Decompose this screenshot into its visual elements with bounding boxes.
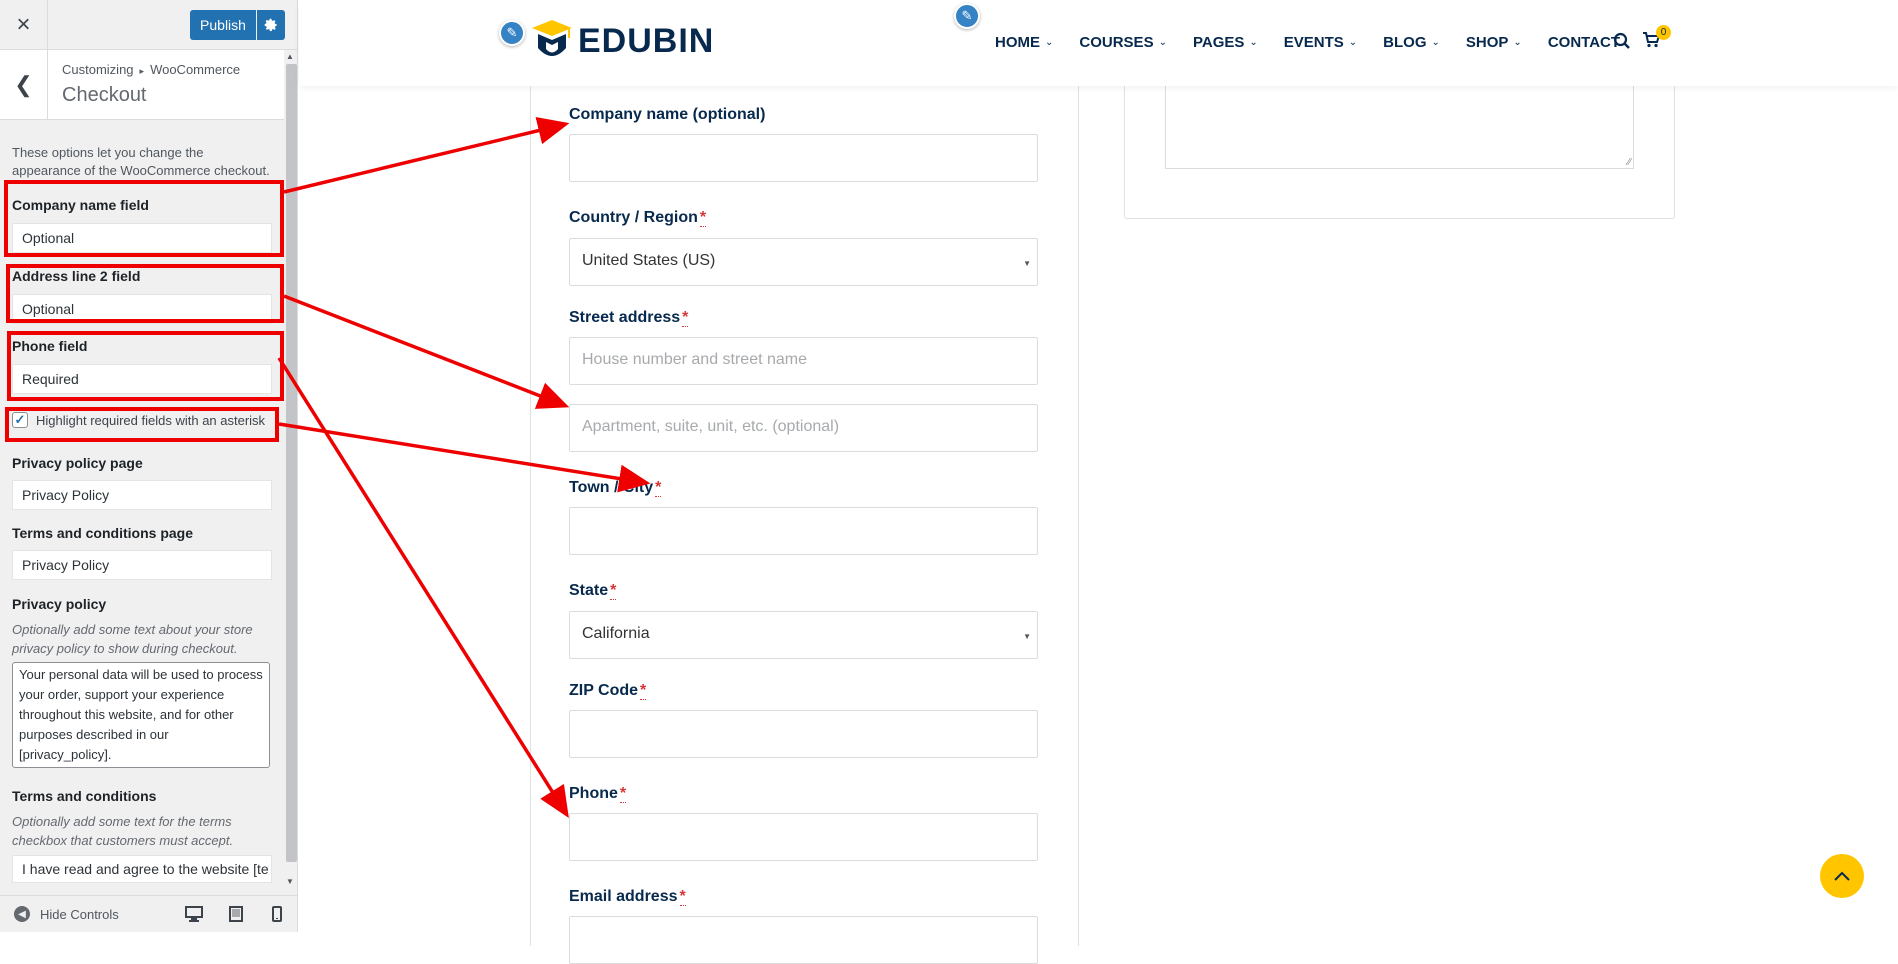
scrollbar-thumb[interactable] (286, 64, 297, 862)
annotation-box-asterisk (5, 407, 279, 442)
section-description: These options let you change the appeara… (12, 145, 270, 178)
street-address-2-input[interactable]: Apartment, suite, unit, etc. (optional) (569, 404, 1038, 452)
nav-blog[interactable]: BLOG ⌄ (1383, 34, 1440, 51)
tablet-preview-icon[interactable] (227, 906, 245, 922)
search-icon[interactable] (1613, 32, 1631, 50)
terms-description: Optionally add some text for the terms c… (12, 814, 234, 848)
section-header: ❮ Customizing ▸ WooCommerce Checkout (0, 50, 284, 120)
privacy-policy-description: Optionally add some text about your stor… (12, 622, 253, 656)
nav-events[interactable]: EVENTS ⌄ (1284, 34, 1357, 51)
graduation-cap-logo-icon (532, 20, 572, 56)
terms-input[interactable]: I have read and agree to the website [te (12, 855, 272, 883)
section-title: Checkout (62, 84, 147, 106)
state-label: State * (569, 582, 617, 600)
company-input[interactable] (569, 134, 1038, 182)
cart-count-badge: 0 (1656, 25, 1671, 40)
phone-label: Phone * (569, 785, 627, 803)
privacy-policy-textarea[interactable]: Your personal data will be used to proce… (12, 662, 270, 768)
main-nav: HOME ⌄ COURSES ⌄ PAGES ⌄ EVENTS ⌄ BLOG ⌄ SHOP… (995, 34, 1646, 51)
chevron-up-icon (1834, 871, 1850, 881)
chevron-down-icon: ⌄ (1513, 37, 1522, 48)
back-button[interactable]: ❮ (0, 50, 48, 120)
collapse-icon: ◀ (14, 906, 30, 922)
street-address-1-input[interactable]: House number and street name (569, 337, 1038, 385)
order-notes-textarea[interactable]: ∕∕ (1165, 81, 1634, 169)
privacy-policy-label: Privacy policy (12, 596, 107, 612)
site-header: ✎ EDUBIN ✎ HOME ⌄ COURSES ⌄ PAGES ⌄ EVENTS ⌄… (299, 0, 1898, 86)
edit-logo-pencil-icon[interactable]: ✎ (499, 20, 525, 46)
nav-shop[interactable]: SHOP ⌄ (1466, 34, 1522, 51)
customizer-footer: ◀ Hide Controls (0, 895, 297, 932)
chevron-down-icon: ⌄ (1158, 37, 1167, 48)
email-input[interactable] (569, 916, 1038, 964)
back-to-top-button[interactable] (1820, 854, 1864, 898)
zip-label: ZIP Code * (569, 682, 647, 700)
phone-input[interactable] (569, 813, 1038, 861)
chevron-left-icon: ❮ (14, 72, 33, 97)
company-label: Company name (optional) (569, 106, 766, 123)
publish-settings-gear-icon[interactable] (257, 10, 285, 40)
privacy-page-select[interactable]: Privacy Policy (12, 480, 272, 510)
city-input[interactable] (569, 507, 1038, 555)
sidebar-scrollbar[interactable]: ▲ ▼ (284, 50, 297, 890)
caret-down-icon: ▼ (1023, 259, 1031, 268)
email-label: Email address * (569, 888, 686, 906)
site-logo[interactable]: EDUBIN (530, 18, 714, 64)
customizer-header-bar: × Publish (0, 0, 297, 50)
street-label: Street address * (569, 309, 689, 327)
customizer-sidebar: × Publish ❮ Customizing ▸ WooCommerce Chec… (0, 0, 298, 932)
terms-page-select[interactable]: Privacy Policy (12, 550, 272, 580)
logo-text: EDUBIN (578, 21, 715, 60)
chevron-down-icon: ⌄ (1045, 37, 1054, 48)
state-select[interactable]: California ▼ (569, 611, 1038, 659)
publish-button[interactable]: Publish (190, 10, 256, 40)
edit-menu-pencil-icon[interactable]: ✎ (954, 3, 980, 29)
scroll-down-icon[interactable]: ▼ (286, 877, 294, 886)
hide-controls-button[interactable]: ◀ Hide Controls (14, 906, 119, 922)
breadcrumb-arrow-icon: ▸ (139, 66, 145, 76)
annotation-box-phone (7, 331, 284, 401)
terms-label: Terms and conditions (12, 788, 157, 804)
chevron-down-icon: ⌄ (1431, 37, 1440, 48)
scroll-up-icon[interactable]: ▲ (286, 52, 294, 61)
country-select[interactable]: United States (US) ▼ (569, 238, 1038, 286)
country-label: Country / Region * (569, 209, 707, 227)
site-preview: ✎ EDUBIN ✎ HOME ⌄ COURSES ⌄ PAGES ⌄ EVENTS ⌄… (299, 0, 1898, 964)
annotation-box-address2 (6, 264, 284, 323)
nav-home[interactable]: HOME ⌄ (995, 34, 1053, 51)
nav-contact[interactable]: CONTACT (1548, 34, 1620, 51)
zip-input[interactable] (569, 710, 1038, 758)
terms-page-label: Terms and conditions page (12, 525, 193, 541)
chevron-down-icon: ⌄ (1249, 37, 1258, 48)
city-label: Town / City * (569, 479, 662, 497)
publish-group: Publish (190, 10, 285, 40)
chevron-down-icon: ⌄ (1348, 37, 1358, 48)
annotation-box-company (4, 180, 284, 257)
nav-courses[interactable]: COURSES ⌄ (1079, 34, 1167, 51)
desktop-preview-icon[interactable] (185, 906, 203, 922)
close-customizer-button[interactable]: × (0, 0, 48, 49)
privacy-page-label: Privacy policy page (12, 455, 143, 471)
resize-grip-icon: ∕∕ (1627, 157, 1631, 168)
mobile-preview-icon[interactable] (268, 906, 286, 922)
breadcrumb: Customizing ▸ WooCommerce (62, 62, 241, 77)
nav-pages[interactable]: PAGES ⌄ (1193, 34, 1258, 51)
caret-down-icon: ▼ (1023, 632, 1031, 641)
